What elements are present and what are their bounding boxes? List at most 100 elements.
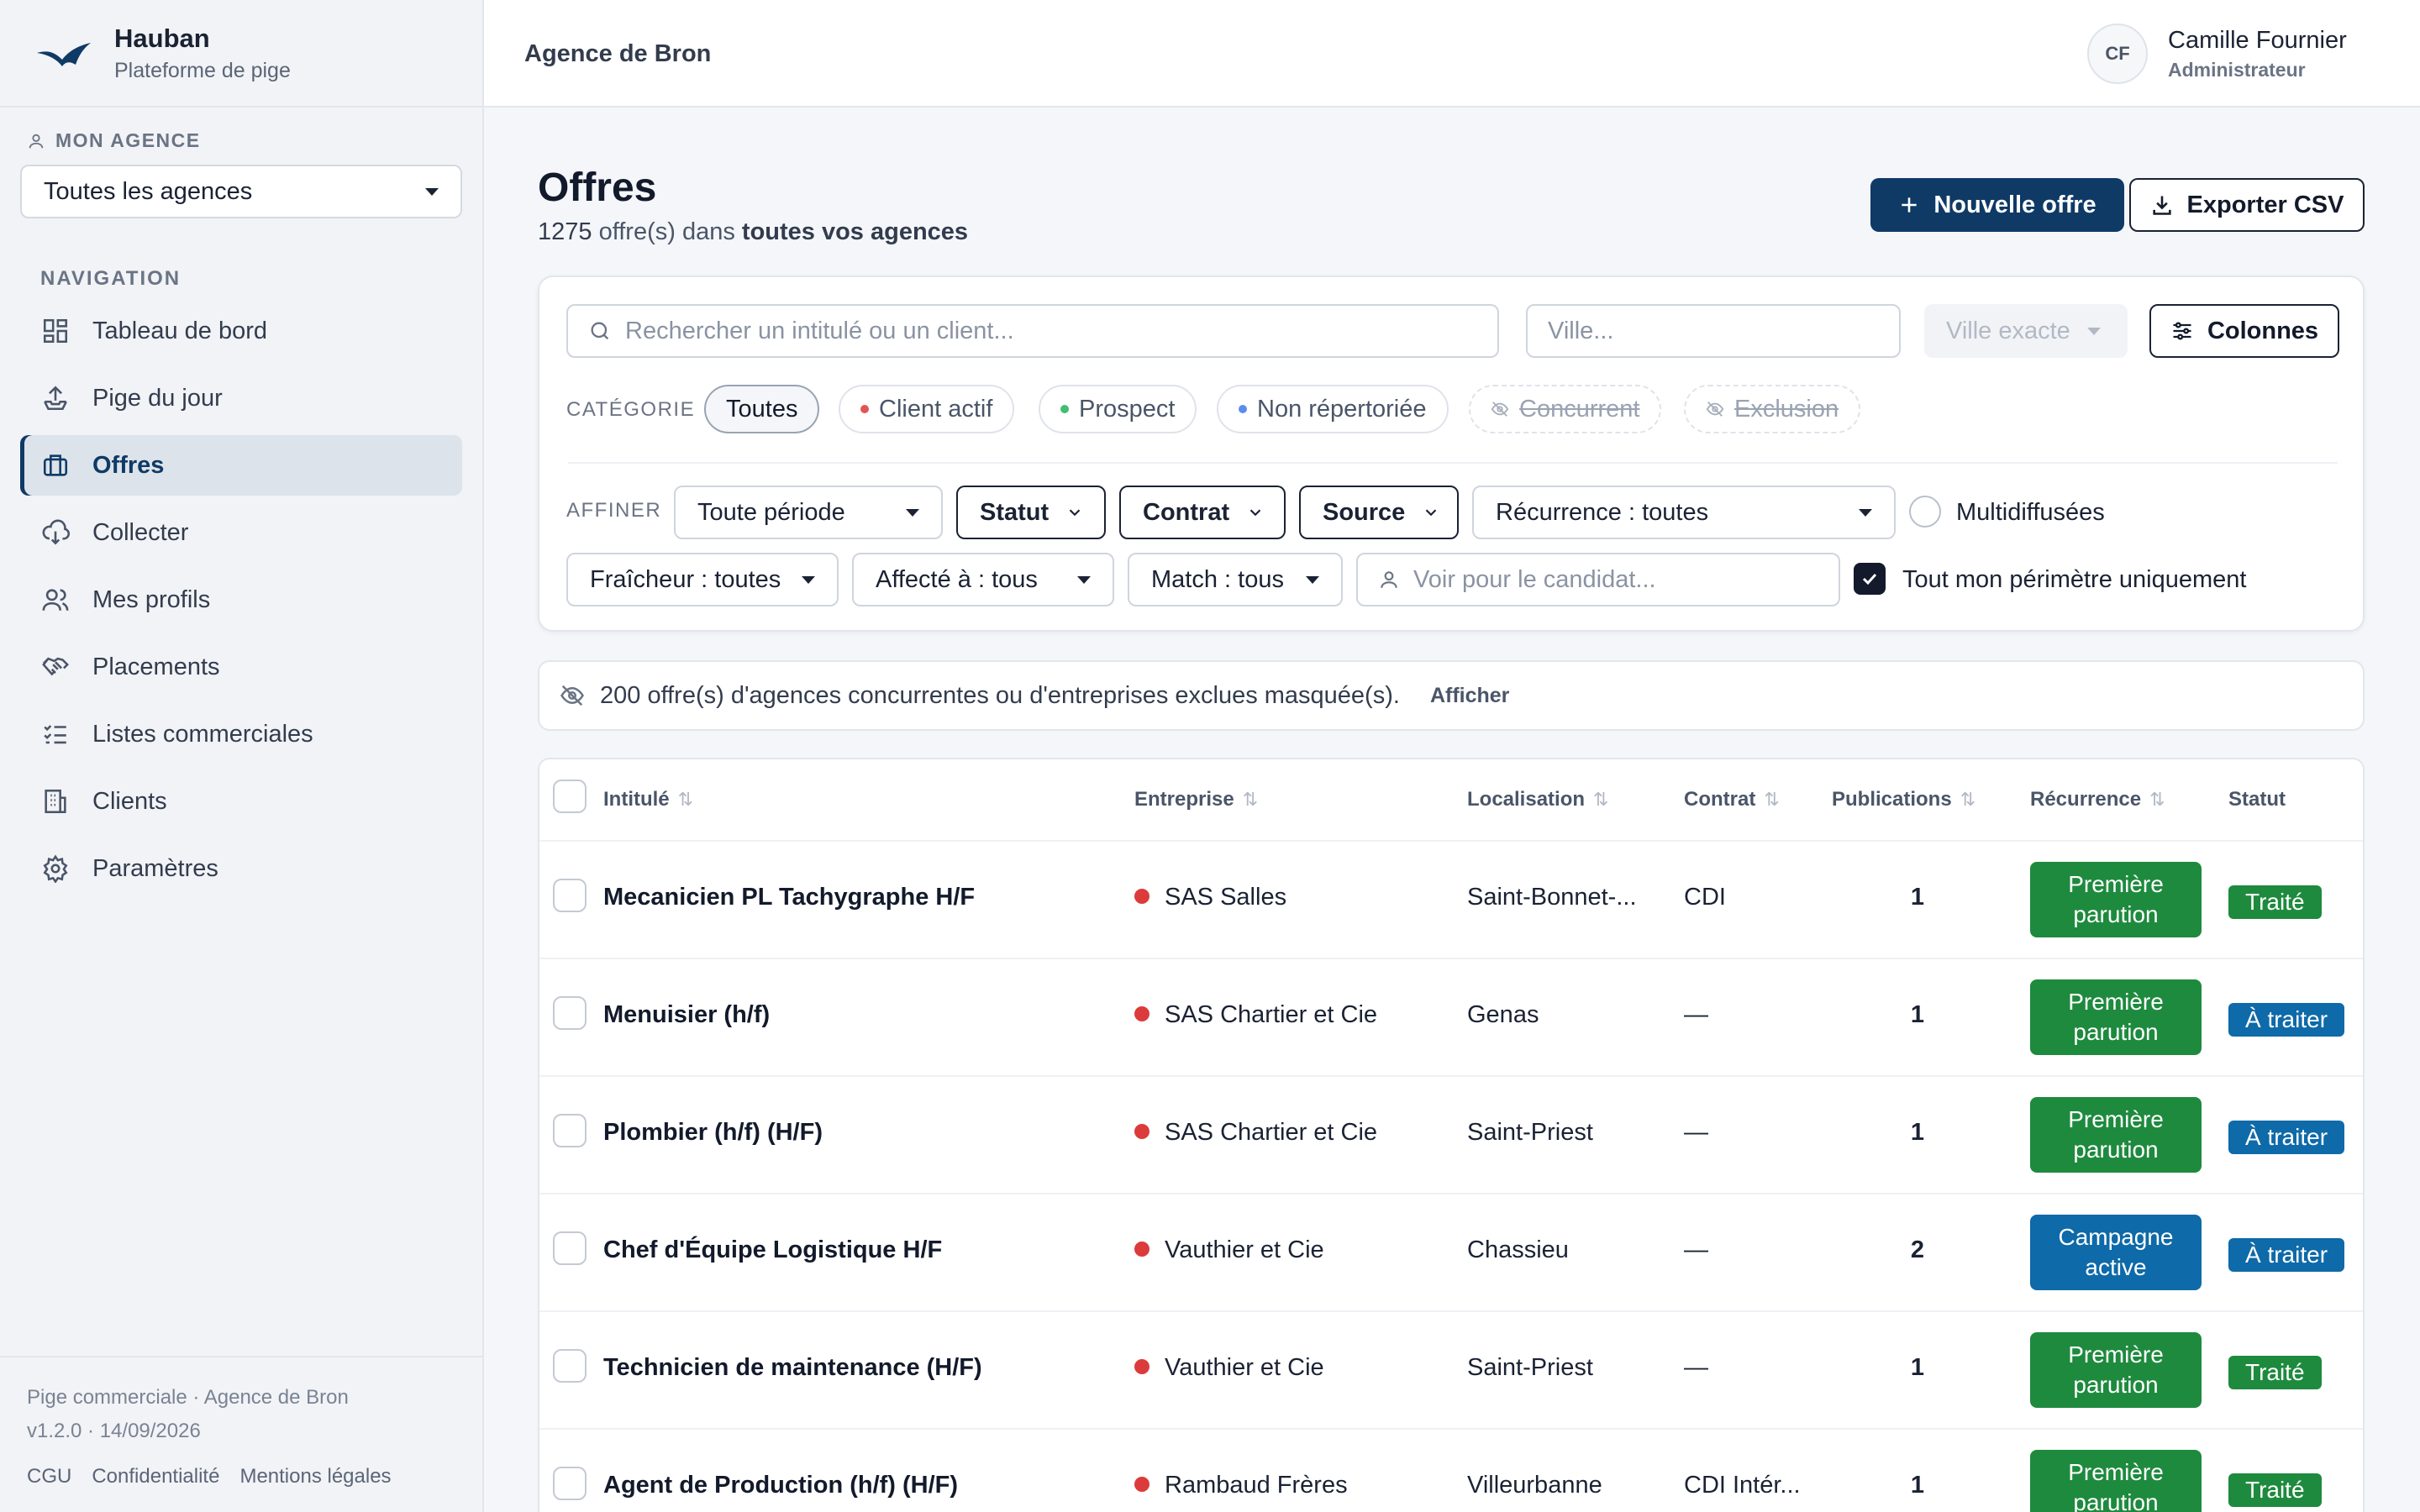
col-publications[interactable]: Publications ⇅ — [1832, 788, 1975, 811]
city-input[interactable]: Ville... — [1526, 304, 1901, 358]
contract-cell: — — [1684, 1001, 1708, 1028]
page-title: Offres — [538, 165, 657, 210]
chip-non-repertoriee[interactable]: Non répertoriée — [1217, 385, 1449, 433]
status-badge[interactable]: Traité — [2228, 1356, 2322, 1389]
publications-cell: 1 — [1910, 1472, 1925, 1499]
footer-link-cgu[interactable]: CGU — [27, 1465, 71, 1488]
green-dot — [1060, 405, 1069, 413]
company-cell[interactable]: SAS Chartier et Cie — [1134, 1001, 1377, 1029]
table-row[interactable]: Plombier (h/f) (H/F) SAS Chartier et Cie… — [539, 1075, 2363, 1193]
sidebar-item-placements[interactable]: Placements — [20, 637, 462, 697]
chip-toutes[interactable]: Toutes — [704, 385, 820, 433]
sliders-icon — [2170, 319, 2194, 343]
offer-title[interactable]: Agent de Production (h/f) (H/F) — [603, 1472, 958, 1499]
row-checkbox[interactable] — [553, 996, 587, 1030]
offer-title[interactable]: Technicien de maintenance (H/F) — [603, 1354, 982, 1382]
match-dropdown[interactable]: Match : tous — [1128, 553, 1343, 606]
offer-title[interactable]: Plombier (h/f) (H/F) — [603, 1119, 823, 1147]
handshake-icon — [40, 652, 71, 682]
caret-down-icon — [2086, 327, 2101, 335]
company-cell[interactable]: Rambaud Frères — [1134, 1472, 1348, 1499]
sidebar-item-mes-profils[interactable]: Mes profils — [20, 570, 462, 630]
status-badge[interactable]: À traiter — [2228, 1121, 2345, 1154]
user-role: Administrateur — [2168, 59, 2306, 81]
table-row[interactable]: Chef d'Équipe Logistique H/F Vauthier et… — [539, 1193, 2363, 1310]
search-input[interactable]: Rechercher un intitulé ou un client... — [566, 304, 1499, 358]
freshness-dropdown[interactable]: Fraîcheur : toutes — [566, 553, 839, 606]
recurrence-badge: Première parution — [2030, 862, 2202, 937]
sidebar-item-tableau-de-bord[interactable]: Tableau de bord — [20, 301, 462, 361]
col-recurrence[interactable]: Récurrence ⇅ — [2030, 788, 2165, 811]
table-row[interactable]: Menuisier (h/f) SAS Chartier et Cie Gena… — [539, 958, 2363, 1075]
status-badge[interactable]: À traiter — [2228, 1003, 2345, 1037]
row-checkbox[interactable] — [553, 1467, 587, 1500]
footer-link-mentions[interactable]: Mentions légales — [239, 1465, 391, 1488]
status-dropdown[interactable]: Statut — [956, 486, 1106, 539]
row-checkbox[interactable] — [553, 1231, 587, 1265]
publications-cell: 1 — [1910, 884, 1925, 911]
recurrence-dropdown[interactable]: Récurrence : toutes — [1472, 486, 1896, 539]
table-row[interactable]: Agent de Production (h/f) (H/F) Rambaud … — [539, 1428, 2363, 1512]
user-icon — [27, 132, 45, 150]
company-cell[interactable]: SAS Chartier et Cie — [1134, 1119, 1377, 1147]
footer-link-confidentialite[interactable]: Confidentialité — [92, 1465, 219, 1488]
candidate-input[interactable]: Voir pour le candidat... — [1356, 553, 1840, 606]
recurrence-badge: Première parution — [2030, 1450, 2202, 1512]
row-checkbox[interactable] — [553, 1349, 587, 1383]
users-icon — [40, 585, 71, 615]
recurrence-badge: Première parution — [2030, 979, 2202, 1055]
footer-line-1: Pige commerciale · Agence de Bron — [27, 1386, 349, 1409]
red-dot — [1134, 1477, 1150, 1493]
col-entreprise[interactable]: Entreprise ⇅ — [1134, 788, 1258, 811]
col-intitule[interactable]: Intitulé ⇅ — [603, 788, 693, 811]
chip-concurrent[interactable]: Concurrent — [1469, 385, 1662, 433]
export-csv-button[interactable]: Exporter CSV — [2129, 178, 2365, 232]
user-name[interactable]: Camille Fournier — [2168, 27, 2347, 55]
columns-button[interactable]: Colonnes — [2149, 304, 2339, 358]
sidebar-item-pige-du-jour[interactable]: Pige du jour — [20, 368, 462, 428]
source-dropdown[interactable]: Source — [1299, 486, 1459, 539]
offer-title[interactable]: Mecanicien PL Tachygraphe H/F — [603, 884, 975, 911]
multidiffusees-checkbox[interactable] — [1909, 496, 1941, 528]
sidebar-item-clients[interactable]: Clients — [20, 771, 462, 832]
offer-title[interactable]: Chef d'Équipe Logistique H/F — [603, 1236, 942, 1264]
period-dropdown[interactable]: Toute période — [674, 486, 943, 539]
show-hidden-button[interactable]: Afficher — [1430, 684, 1509, 708]
avatar[interactable]: CF — [2087, 24, 2148, 84]
row-checkbox[interactable] — [553, 879, 587, 912]
exact-city-select: Ville exacte — [1924, 304, 2128, 358]
perimeter-checkbox[interactable] — [1854, 563, 1886, 595]
table-row[interactable]: Technicien de maintenance (H/F) Vauthier… — [539, 1310, 2363, 1428]
offers-table: Intitulé ⇅ Entreprise ⇅ Localisation ⇅ Cont… — [538, 758, 2365, 1512]
sidebar-item-parametres[interactable]: Paramètres — [20, 838, 462, 899]
chip-client-actif[interactable]: Client actif — [839, 385, 1015, 433]
col-contrat[interactable]: Contrat ⇅ — [1684, 788, 1780, 811]
chip-exclusion[interactable]: Exclusion — [1684, 385, 1861, 433]
table-row[interactable]: Mecanicien PL Tachygraphe H/F SAS Salles… — [539, 840, 2363, 958]
sidebar-item-listes-commerciales[interactable]: Listes commerciales — [20, 704, 462, 764]
eye-off-icon — [560, 683, 585, 708]
chip-prospect[interactable]: Prospect — [1039, 385, 1197, 433]
sidebar-item-collecter[interactable]: Collecter — [20, 502, 462, 563]
new-offer-button[interactable]: Nouvelle offre — [1870, 178, 2124, 232]
agency-select[interactable]: Toutes les agences — [20, 165, 462, 218]
select-all-checkbox[interactable] — [553, 780, 587, 813]
brand[interactable]: Hauban Plateforme de pige — [0, 0, 482, 108]
status-badge[interactable]: À traiter — [2228, 1238, 2345, 1272]
category-label: CATÉGORIE — [566, 398, 696, 421]
location-cell: Saint-Priest — [1467, 1119, 1593, 1146]
caret-down-icon — [1859, 508, 1872, 517]
topbar: Agence de Bron CF Camille Fournier Admin… — [484, 0, 2420, 108]
row-checkbox[interactable] — [553, 1114, 587, 1147]
company-cell[interactable]: SAS Salles — [1134, 884, 1286, 911]
status-badge[interactable]: Traité — [2228, 1473, 2322, 1507]
contract-dropdown[interactable]: Contrat — [1119, 486, 1286, 539]
company-cell[interactable]: Vauthier et Cie — [1134, 1354, 1324, 1382]
offer-title[interactable]: Menuisier (h/f) — [603, 1001, 770, 1029]
sidebar-item-offres[interactable]: Offres — [20, 435, 462, 496]
assigned-dropdown[interactable]: Affecté à : tous — [852, 553, 1114, 606]
briefcase-icon — [40, 450, 71, 480]
company-cell[interactable]: Vauthier et Cie — [1134, 1236, 1324, 1264]
status-badge[interactable]: Traité — [2228, 885, 2322, 919]
col-localisation[interactable]: Localisation ⇅ — [1467, 788, 1608, 811]
